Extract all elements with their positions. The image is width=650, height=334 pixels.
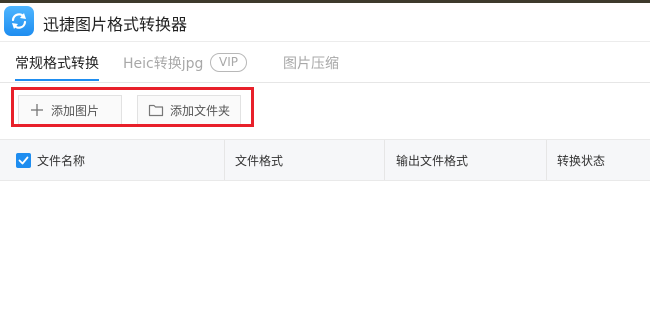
refresh-icon	[11, 13, 27, 29]
file-table-header: 文件名称 文件格式 输出文件格式 转换状态	[0, 139, 650, 181]
tab-heic-to-jpg[interactable]: Heic转换jpg	[123, 53, 203, 73]
select-all-checkbox[interactable]	[16, 152, 31, 168]
app-logo	[4, 6, 34, 36]
title-bar: 迅捷图片格式转换器	[0, 3, 650, 41]
checkmark-icon	[18, 156, 29, 164]
column-file-name: 文件名称	[16, 140, 85, 180]
tab-bar: 常规格式转换 Heic转换jpg VIP 图片压缩	[0, 42, 650, 82]
tab-regular-conversion[interactable]: 常规格式转换	[15, 53, 99, 73]
annotation-highlight-box	[11, 87, 254, 127]
column-header-label: 输出文件格式	[396, 153, 469, 168]
column-header-label: 转换状态	[557, 153, 606, 168]
column-divider	[546, 140, 547, 180]
tabs-divider	[0, 82, 650, 83]
column-header-label: 文件格式	[235, 153, 284, 168]
tab-image-compress[interactable]: 图片压缩	[283, 53, 339, 73]
column-divider	[384, 140, 385, 180]
column-output-format: 输出文件格式	[396, 140, 468, 180]
column-divider	[224, 140, 225, 180]
file-list-empty-area	[0, 181, 650, 334]
column-header-label: 文件名称	[37, 153, 86, 168]
active-tab-indicator	[15, 79, 99, 81]
column-file-format: 文件格式	[235, 140, 283, 180]
column-conversion-status: 转换状态	[557, 140, 605, 180]
vip-badge: VIP	[210, 53, 247, 72]
app-title: 迅捷图片格式转换器	[43, 15, 188, 34]
